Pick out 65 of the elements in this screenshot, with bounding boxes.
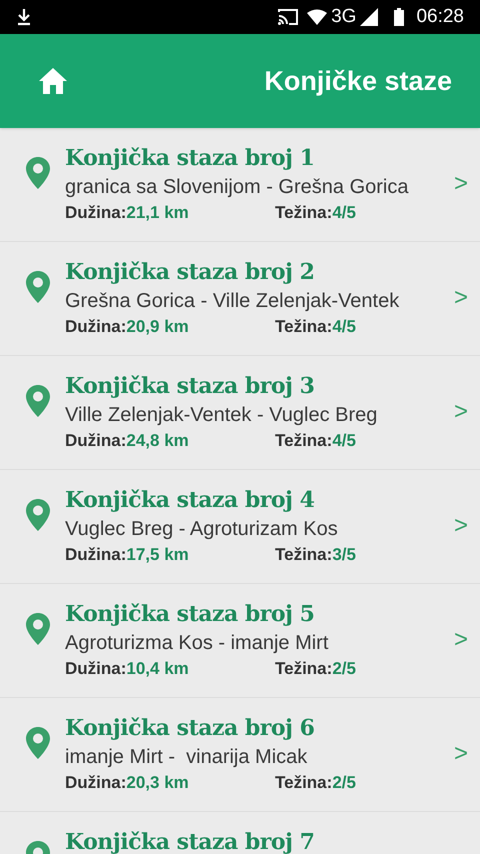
length-value: 20,9 km: [126, 316, 189, 338]
trail-title: Konjička staza broj 6: [65, 714, 316, 742]
map-pin-icon: [25, 726, 51, 760]
chevron-icon: >: [454, 508, 468, 544]
map-pin-icon: [25, 612, 51, 646]
length-label: Dužina:: [65, 316, 126, 338]
trail-title: Konjička staza broj 2: [65, 258, 316, 286]
trail-title: Konjička staza broj 3: [65, 372, 316, 400]
difficulty-value: 2/5: [332, 658, 356, 680]
trail-item[interactable]: Konjička staza broj 5 Agroturizma Kos - imanje Mirt Dužina:10,4 km Težina:2/5 >: [0, 584, 480, 698]
difficulty-value: 4/5: [332, 316, 356, 338]
trail-item[interactable]: Konjička staza broj 3 Ville Zelenjak-Ventek - Vuglec Breg Dužina:24,8 km Težina:4/5 >: [0, 356, 480, 470]
trail-route: Vuglec Breg - Agroturizam Kos: [65, 517, 339, 542]
length-label: Dužina:: [65, 772, 126, 794]
chevron-icon: >: [454, 622, 468, 658]
signal-icon: [360, 8, 378, 26]
map-pin-icon: [25, 384, 51, 418]
trail-route: imanje Mirt - vinarija Micak: [65, 745, 308, 770]
chevron-icon: >: [454, 280, 468, 316]
trail-route: Grešna Gorica - Ville Zelenjak-Ventek: [65, 289, 400, 314]
trail-item[interactable]: Konjička staza broj 6 imanje Mirt - vinarija Micak Dužina:20,3 km Težina:2/5 >: [0, 698, 480, 812]
chevron-icon: >: [454, 736, 468, 772]
trail-item[interactable]: Konjička staza broj 7: [0, 812, 480, 854]
map-pin-icon: [25, 270, 51, 304]
difficulty-label: Težina:: [275, 658, 332, 680]
chevron-icon: >: [454, 394, 468, 430]
difficulty-value: 3/5: [332, 544, 356, 566]
chevron-icon: >: [454, 166, 468, 202]
difficulty-label: Težina:: [275, 544, 332, 566]
cast-icon: [277, 8, 300, 26]
difficulty-label: Težina:: [275, 430, 332, 452]
map-pin-icon: [25, 156, 51, 190]
length-value: 21,1 km: [126, 202, 189, 224]
length-label: Dužina:: [65, 544, 126, 566]
trail-title: Konjička staza broj 7: [65, 828, 316, 854]
difficulty-value: 4/5: [332, 202, 356, 224]
trail-route: granica sa Slovenijom - Grešna Gorica: [65, 175, 410, 200]
trail-title: Konjička staza broj 1: [65, 144, 316, 172]
length-label: Dužina:: [65, 658, 126, 680]
network-label: 3G: [331, 4, 356, 29]
length-value: 10,4 km: [126, 658, 189, 680]
difficulty-value: 2/5: [332, 772, 356, 794]
trail-item[interactable]: Konjička staza broj 2 Grešna Gorica - Ville Zelenjak-Ventek Dužina:20,9 km Težina:4/5 >: [0, 242, 480, 356]
length-value: 17,5 km: [126, 544, 189, 566]
length-value: 24,8 km: [126, 430, 189, 452]
length-label: Dužina:: [65, 202, 126, 224]
wifi-icon: [307, 9, 328, 25]
trail-title: Konjička staza broj 5: [65, 600, 316, 628]
trail-route: Agroturizma Kos - imanje Mirt: [65, 631, 330, 656]
difficulty-label: Težina:: [275, 202, 332, 224]
trail-route: Ville Zelenjak-Ventek - Vuglec Breg: [65, 403, 378, 428]
trail-item[interactable]: Konjička staza broj 4 Vuglec Breg - Agroturizam Kos Dužina:17,5 km Težina:3/5 >: [0, 470, 480, 584]
length-value: 20,3 km: [126, 772, 189, 794]
header-title: Konjičke staze: [264, 64, 452, 98]
trail-title: Konjička staza broj 4: [65, 486, 316, 514]
difficulty-value: 4/5: [332, 430, 356, 452]
difficulty-label: Težina:: [275, 772, 332, 794]
home-icon[interactable]: [38, 67, 68, 95]
trail-item[interactable]: Konjička staza broj 1 granica sa Slovenijom - Grešna Gorica Dužina:21,1 km Težina:4/5 >: [0, 128, 480, 242]
map-pin-icon: [25, 498, 51, 532]
length-label: Dužina:: [65, 430, 126, 452]
difficulty-label: Težina:: [275, 316, 332, 338]
battery-icon: [394, 8, 404, 26]
clock-time: 06:28: [416, 4, 464, 29]
download-icon: [16, 8, 32, 26]
